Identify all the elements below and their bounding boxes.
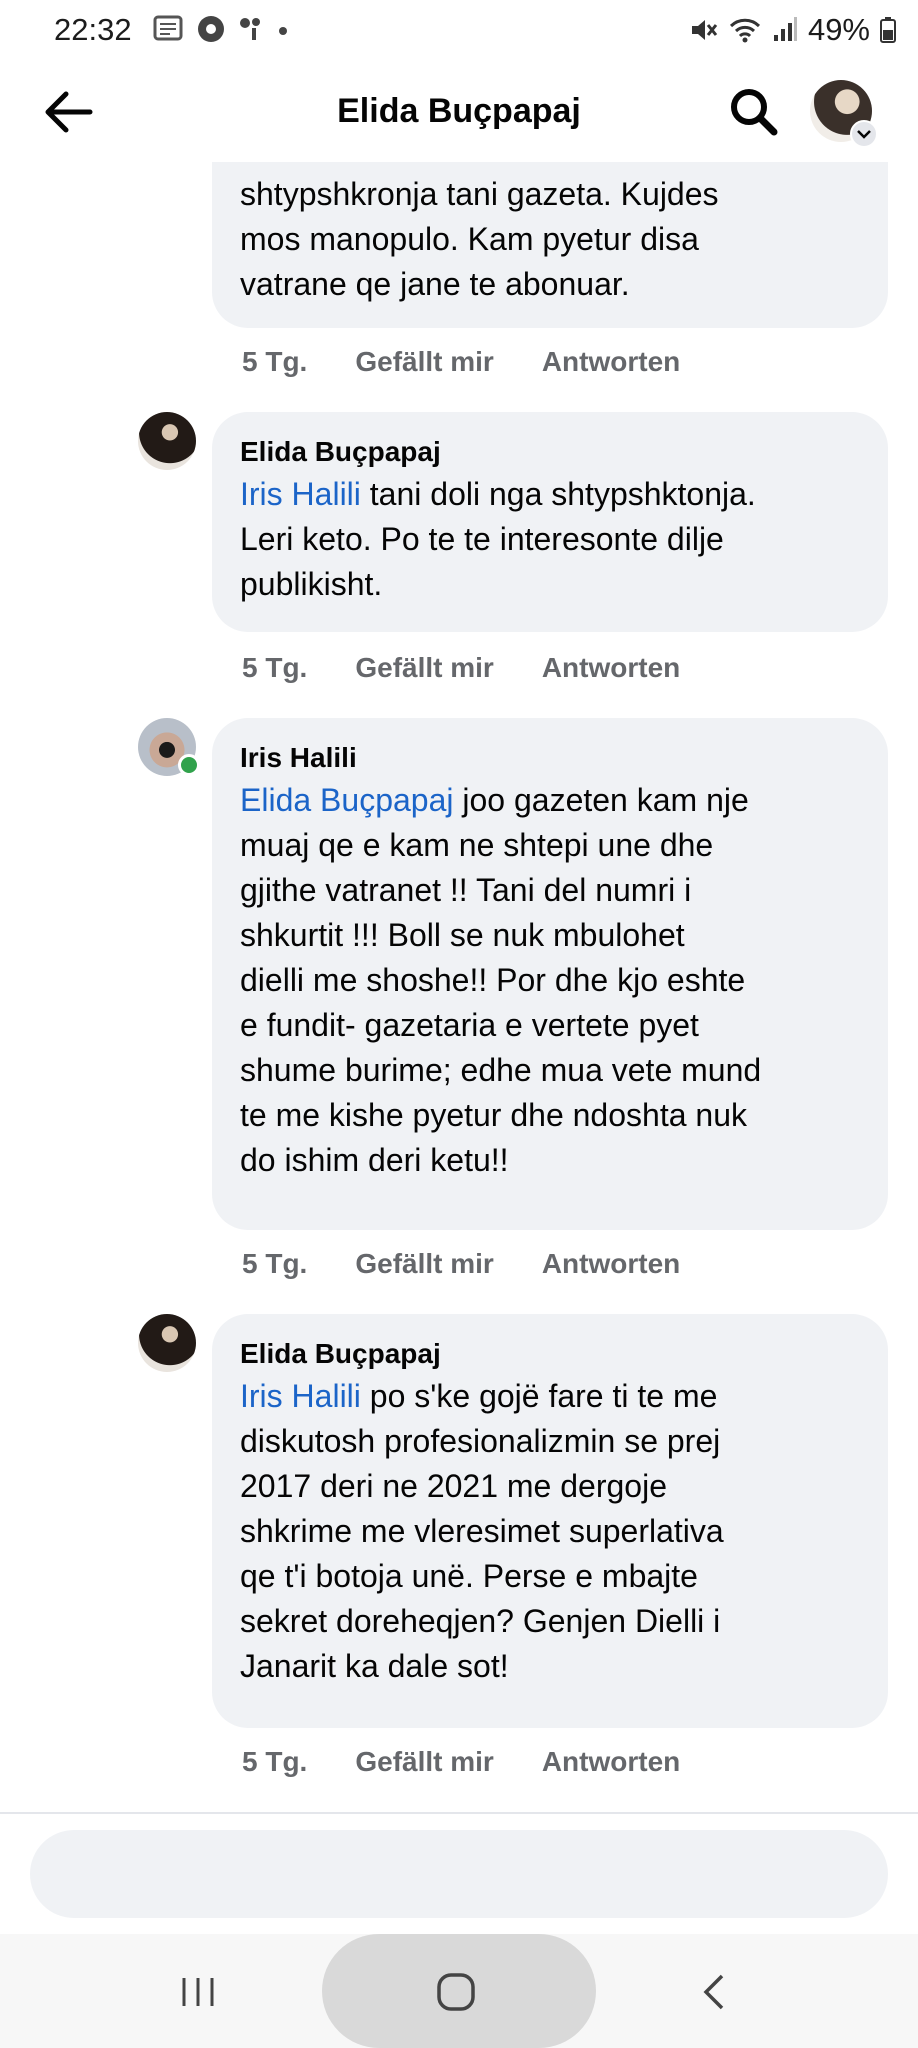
reply-button[interactable]: Antworten xyxy=(542,652,680,684)
comment-bubble: Iris Halili Elida Buçpapaj joo gazeten k… xyxy=(212,718,888,1230)
status-notifications xyxy=(152,14,290,44)
back-nav-icon[interactable] xyxy=(698,1972,730,2012)
chevron-down-icon[interactable] xyxy=(850,120,878,148)
comment-author[interactable]: Iris Halili xyxy=(240,738,870,778)
comment-time[interactable]: 5 Tg. xyxy=(242,346,307,378)
like-button[interactable]: Gefällt mir xyxy=(355,1746,493,1778)
online-status-dot xyxy=(178,754,200,776)
comment-actions: 5 Tg. Gefällt mir Antworten xyxy=(242,346,728,378)
status-bar: 22:32 49% xyxy=(0,0,918,62)
home-icon[interactable] xyxy=(434,1970,478,2014)
comment-time[interactable]: 5 Tg. xyxy=(242,652,307,684)
like-button[interactable]: Gefällt mir xyxy=(355,1248,493,1280)
comment-time[interactable]: 5 Tg. xyxy=(242,1248,307,1280)
comment-text-line: 2017 deri ne 2021 me dergoje xyxy=(240,1468,667,1504)
comment-text: po s'ke gojë fare ti te me xyxy=(360,1378,718,1414)
comment-text-line: diskutosh profesionalizmin se prej xyxy=(240,1423,721,1459)
signal-icon xyxy=(773,17,797,41)
comment-text: tani doli nga shtypshktonja. xyxy=(360,476,756,512)
comment-actions: 5 Tg. Gefällt mir Antworten xyxy=(242,652,728,684)
comment-text-line: do ishim deri ketu!! xyxy=(240,1142,509,1178)
reply-button[interactable]: Antworten xyxy=(542,346,680,378)
comment-time[interactable]: 5 Tg. xyxy=(242,1746,307,1778)
comment-text-line: mos manopulo. Kam pyetur disa xyxy=(240,221,699,257)
wifi-icon xyxy=(729,18,761,43)
dot-icon xyxy=(279,27,287,35)
comment-text-line: dielli me shoshe!! Por dhe kjo eshte xyxy=(240,962,746,998)
comment-text-line: gjithe vatranet !! Tani del numri i xyxy=(240,872,692,908)
news-icon xyxy=(153,15,183,41)
comment-text-line: e fundit- gazetaria e vertete pyet xyxy=(240,1007,699,1043)
status-time: 22:32 xyxy=(54,12,132,47)
comment-text-line: Janarit ka dale sot! xyxy=(240,1648,509,1684)
comment-text-line: muaj qe e kam ne shtepi une dhe xyxy=(240,827,714,863)
app-header: Elida Buçpapaj xyxy=(0,62,918,162)
chrome-icon xyxy=(198,16,224,42)
reply-button[interactable]: Antworten xyxy=(542,1248,680,1280)
comment-text-line: shkurtit !!! Boll se nuk mbulohet xyxy=(240,917,685,953)
recent-apps-icon[interactable] xyxy=(176,1974,220,2010)
like-button[interactable]: Gefällt mir xyxy=(355,652,493,684)
comment-author[interactable]: Elida Buçpapaj xyxy=(240,432,870,472)
like-button[interactable]: Gefällt mir xyxy=(355,346,493,378)
reply-input[interactable] xyxy=(30,1830,888,1918)
comment-bubble: Elida Buçpapaj Iris Halili tani doli nga… xyxy=(212,412,888,632)
avatar[interactable] xyxy=(138,1314,196,1372)
mute-icon xyxy=(691,20,718,40)
avatar[interactable] xyxy=(138,412,196,470)
reply-button[interactable]: Antworten xyxy=(542,1746,680,1778)
status-system-icons: 49% xyxy=(688,12,896,48)
search-icon[interactable] xyxy=(726,84,782,140)
mention-link[interactable]: Iris Halili xyxy=(240,1378,361,1414)
system-nav-bar xyxy=(0,1934,918,2048)
comment-text-line: publikisht. xyxy=(240,566,383,602)
comment-text-line: Leri keto. Po te te interesonte dilje xyxy=(240,521,724,557)
comment-actions: 5 Tg. Gefällt mir Antworten xyxy=(242,1746,728,1778)
comment-text-line: shtypshkronja tani gazeta. Kujdes xyxy=(240,176,719,212)
notification-icon xyxy=(240,18,260,40)
divider xyxy=(0,1812,918,1814)
mention-link[interactable]: Iris Halili xyxy=(240,476,361,512)
comment-text-line: qe t'i botoja unë. Perse e mbajte xyxy=(240,1558,698,1594)
comment-text-line: sekret doreheqjen? Genjen Dielli i xyxy=(240,1603,721,1639)
comment-bubble: Elida Buçpapaj Iris Halili po s'ke gojë … xyxy=(212,1314,888,1728)
mention-link[interactable]: Elida Buçpapaj xyxy=(240,782,453,818)
battery-percent: 49% xyxy=(807,12,870,47)
comment-actions: 5 Tg. Gefällt mir Antworten xyxy=(242,1248,728,1280)
comment-text-line: vatrane qe jane te abonuar. xyxy=(240,266,630,302)
comment-author[interactable]: Elida Buçpapaj xyxy=(240,1334,870,1374)
comment-text-line: shkrime me vleresimet superlativa xyxy=(240,1513,724,1549)
battery-icon xyxy=(880,17,896,43)
comment-text: joo gazeten kam nje xyxy=(453,782,749,818)
comment-text-line: shume burime; edhe mua vete mund xyxy=(240,1052,762,1088)
comment-text-line: te me kishe pyetur dhe ndoshta nuk xyxy=(240,1097,747,1133)
